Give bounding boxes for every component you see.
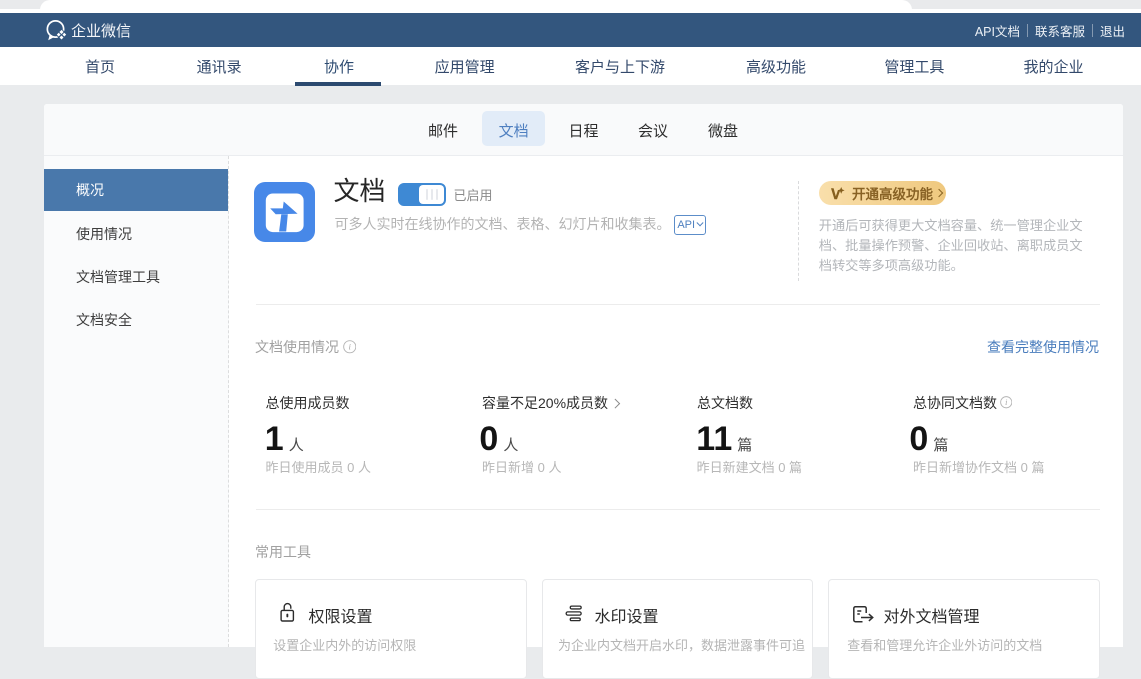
svg-text:i: i: [348, 342, 351, 352]
svg-text:i: i: [1005, 398, 1007, 407]
